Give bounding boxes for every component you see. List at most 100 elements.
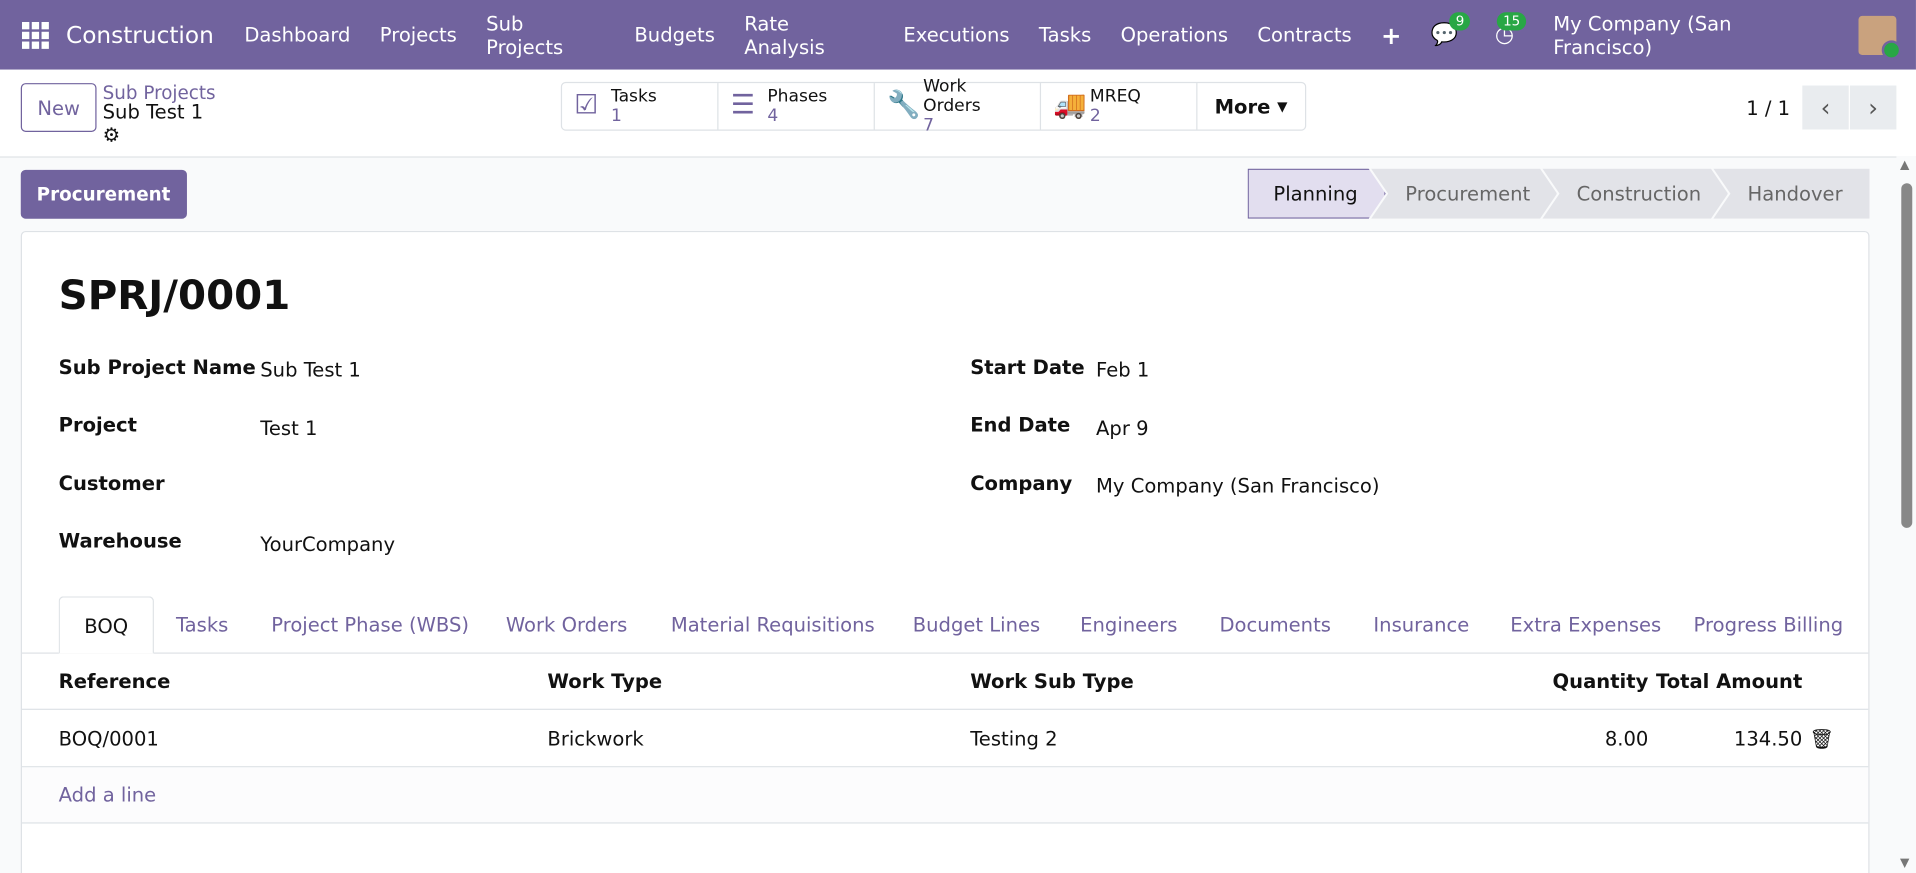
col-reference[interactable]: Reference bbox=[59, 670, 171, 693]
count: 4 bbox=[767, 106, 779, 126]
activities-badge: 15 bbox=[1496, 12, 1527, 31]
table-header: Reference Work Type Work Sub Type Quanti… bbox=[21, 654, 1869, 710]
tab-budget-lines[interactable]: Budget Lines bbox=[913, 596, 1040, 653]
col-quantity[interactable]: Quantity bbox=[1553, 670, 1649, 693]
menu-executions[interactable]: Executions bbox=[903, 23, 1009, 46]
menu-dashboard[interactable]: Dashboard bbox=[244, 23, 350, 46]
tab-material-requisitions[interactable]: Material Requisitions bbox=[671, 596, 875, 653]
mreq-smart-button[interactable]: 🚚 MREQ 2 bbox=[1041, 83, 1198, 130]
cell-quantity: 8.00 bbox=[1604, 727, 1649, 751]
stage-construction[interactable]: Construction bbox=[1542, 169, 1728, 219]
count: 2 bbox=[1089, 106, 1101, 126]
tab-extra-expenses[interactable]: Extra Expenses bbox=[1510, 596, 1661, 653]
stage-planning[interactable]: Planning bbox=[1248, 169, 1386, 219]
end-date-label: End Date bbox=[970, 413, 1071, 437]
user-avatar[interactable] bbox=[1858, 15, 1902, 60]
tasks-smart-button[interactable]: ☑ Tasks 1 bbox=[562, 83, 719, 130]
tab-tasks[interactable]: Tasks bbox=[176, 596, 228, 653]
plus-icon[interactable]: + bbox=[1381, 20, 1401, 49]
status-bar: Planning Procurement Construction Handov… bbox=[1248, 168, 1870, 219]
menu-contracts[interactable]: Contracts bbox=[1257, 23, 1351, 46]
label: MREQ bbox=[1089, 86, 1141, 107]
count: 1 bbox=[610, 106, 622, 126]
company-switcher[interactable]: My Company (San Francisco) bbox=[1553, 12, 1831, 58]
stage-handover[interactable]: Handover bbox=[1713, 168, 1870, 219]
activities-clock-icon[interactable]: ◷ 15 bbox=[1495, 12, 1527, 48]
menu-sub-projects[interactable]: Sub Projects bbox=[486, 12, 605, 58]
messages-badge: 9 bbox=[1449, 12, 1471, 31]
label: Phases bbox=[767, 86, 828, 107]
count: 7 bbox=[923, 116, 935, 136]
check-square-icon: ☑ bbox=[574, 90, 599, 121]
cell-work-sub-type: Testing 2 bbox=[970, 727, 1058, 751]
label: Tasks bbox=[610, 86, 657, 107]
customer-label: Customer bbox=[58, 471, 165, 495]
control-panel: New Sub Projects Sub Test 1 ⚙ ☑ Tasks 1 ☰ P… bbox=[0, 69, 1916, 158]
tab-project-phase[interactable]: Project Phase (WBS) bbox=[271, 596, 469, 653]
company-field[interactable]: My Company (San Francisco) bbox=[1096, 474, 1379, 497]
tab-documents[interactable]: Documents bbox=[1219, 596, 1330, 653]
stage-procurement[interactable]: Procurement bbox=[1371, 169, 1557, 219]
tab-engineers[interactable]: Engineers bbox=[1080, 596, 1177, 653]
messages-icon[interactable]: 💬 9 bbox=[1431, 12, 1471, 48]
server-icon: ☰ bbox=[730, 90, 755, 121]
breadcrumb-current: Sub Test 1 bbox=[102, 100, 204, 124]
add-line-link[interactable]: Add a line bbox=[59, 783, 157, 806]
col-total-amount[interactable]: Total Amount bbox=[1656, 670, 1802, 693]
end-date-field[interactable]: Apr 9 bbox=[1096, 417, 1148, 440]
wrench-icon: 🔧 bbox=[887, 90, 921, 121]
more-label: More bbox=[1214, 94, 1271, 118]
scroll-up-icon[interactable]: ▲ bbox=[1900, 159, 1909, 172]
tab-boq[interactable]: BOQ bbox=[58, 596, 154, 654]
vertical-scrollbar[interactable]: ▲ ▼ bbox=[1896, 156, 1916, 873]
warehouse-label: Warehouse bbox=[58, 529, 182, 553]
col-work-sub-type[interactable]: Work Sub Type bbox=[970, 670, 1134, 693]
cell-work-type: Brickwork bbox=[547, 727, 644, 751]
breadcrumb: Sub Projects Sub Test 1 ⚙ bbox=[103, 82, 216, 147]
add-line-row: Add a line bbox=[21, 767, 1869, 824]
work-orders-smart-button[interactable]: 🔧 Work Orders 7 bbox=[875, 77, 1042, 136]
previous-record-button[interactable]: ‹ bbox=[1802, 85, 1849, 130]
start-date-label: Start Date bbox=[970, 355, 1085, 379]
gear-icon[interactable]: ⚙ bbox=[103, 123, 121, 146]
cell-total-amount: 134.50 bbox=[1733, 727, 1803, 751]
pager: 1 / 1 ‹ › bbox=[1746, 85, 1897, 130]
phases-smart-button[interactable]: ☰ Phases 4 bbox=[718, 83, 875, 130]
tab-work-orders[interactable]: Work Orders bbox=[506, 596, 627, 653]
app-name[interactable]: Construction bbox=[66, 21, 214, 48]
trash-icon[interactable]: 🗑 bbox=[1809, 727, 1834, 750]
procurement-button[interactable]: Procurement bbox=[20, 169, 187, 219]
label: Work Orders bbox=[923, 76, 981, 117]
project-label: Project bbox=[58, 413, 137, 437]
caret-down-icon: ▼ bbox=[1277, 98, 1288, 115]
notebook-tabs: BOQ Tasks Project Phase (WBS) Work Order… bbox=[21, 596, 1869, 654]
sub-project-name-field[interactable]: Sub Test 1 bbox=[260, 358, 361, 381]
record-title: SPRJ/0001 bbox=[58, 271, 291, 319]
pager-value[interactable]: 1 / 1 bbox=[1746, 96, 1790, 119]
next-record-button[interactable]: › bbox=[1849, 85, 1897, 130]
menu-rate-analysis[interactable]: Rate Analysis bbox=[744, 12, 874, 58]
menu-projects[interactable]: Projects bbox=[380, 23, 457, 46]
scroll-down-icon[interactable]: ▼ bbox=[1900, 857, 1909, 870]
more-dropdown[interactable]: More ▼ bbox=[1197, 83, 1304, 129]
col-work-type[interactable]: Work Type bbox=[547, 670, 662, 693]
form-sheet: SPRJ/0001 Sub Project Name Sub Test 1 Pr… bbox=[20, 230, 1870, 873]
truck-icon: 🚚 bbox=[1053, 90, 1087, 121]
menu-budgets[interactable]: Budgets bbox=[634, 23, 715, 46]
cell-reference: BOQ/0001 bbox=[58, 727, 159, 751]
tab-insurance[interactable]: Insurance bbox=[1373, 596, 1469, 653]
menu-operations[interactable]: Operations bbox=[1121, 23, 1228, 46]
scrollbar-thumb[interactable] bbox=[1901, 183, 1913, 528]
new-button[interactable]: New bbox=[20, 83, 97, 132]
table-row[interactable]: BOQ/0001 Brickwork Testing 2 8.00 134.50… bbox=[21, 711, 1869, 768]
smart-buttons: ☑ Tasks 1 ☰ Phases 4 🔧 Work Orders 7 🚚 MREQ 2 Mo… bbox=[560, 77, 1306, 136]
tab-progress-billing[interactable]: Progress Billing bbox=[1694, 596, 1844, 653]
customer-field[interactable] bbox=[260, 474, 627, 498]
menu-tasks[interactable]: Tasks bbox=[1039, 23, 1091, 46]
start-date-field[interactable]: Feb 1 bbox=[1096, 358, 1149, 381]
warehouse-field[interactable]: YourCompany bbox=[260, 533, 395, 556]
project-field[interactable]: Test 1 bbox=[260, 417, 317, 440]
top-navbar: Construction Dashboard Projects Sub Proj… bbox=[0, 0, 1916, 70]
apps-menu-icon[interactable] bbox=[21, 21, 49, 49]
sub-project-name-label: Sub Project Name bbox=[58, 355, 256, 379]
